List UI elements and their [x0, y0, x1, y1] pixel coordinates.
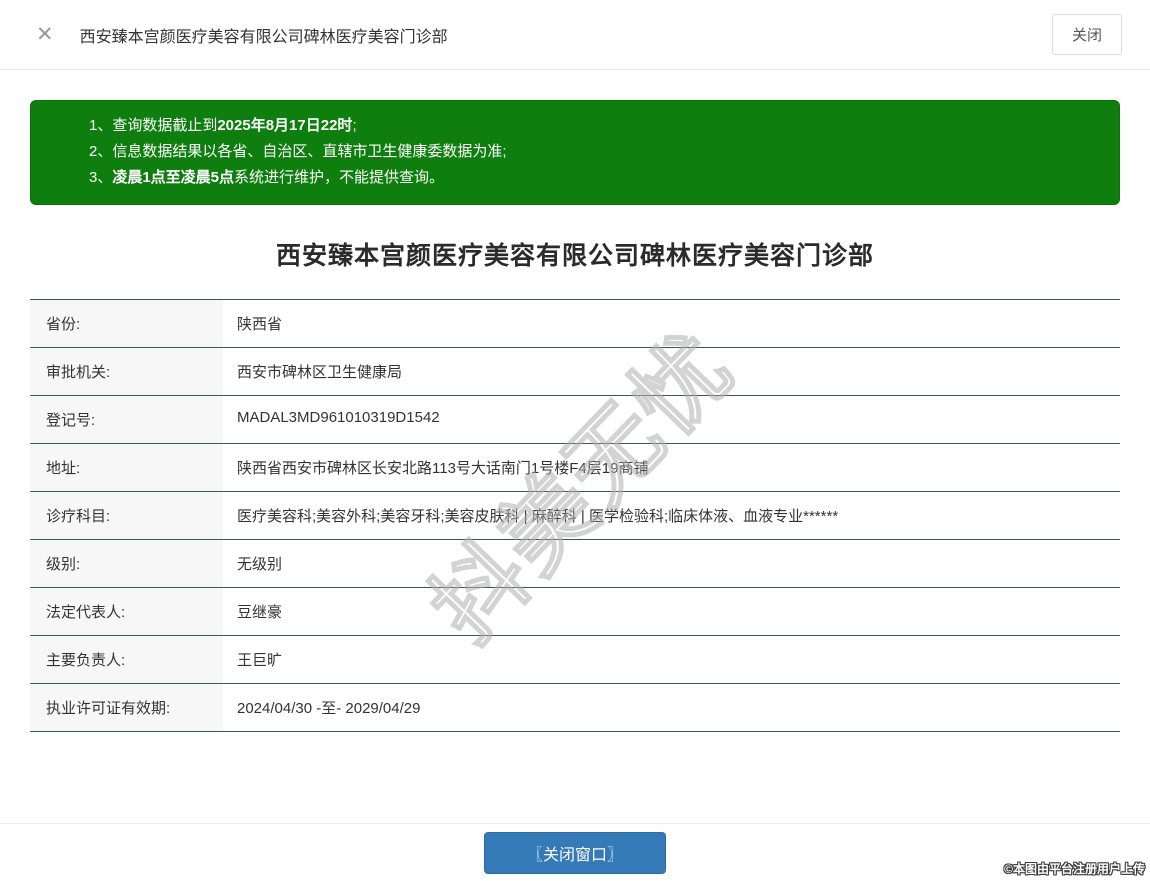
row-value: 西安市碑林区卫生健康局 — [223, 348, 1120, 395]
row-label: 登记号: — [30, 396, 223, 443]
row-label: 诊疗科目: — [30, 492, 223, 539]
row-value: 王巨旷 — [223, 636, 1120, 683]
info-table: 省份: 陕西省 审批机关: 西安市碑林区卫生健康局 登记号: MADAL3MD9… — [30, 299, 1120, 732]
window-title: 西安臻本宫颜医疗美容有限公司碑林医疗美容门诊部 — [80, 23, 1052, 47]
row-value: 2024/04/30 -至- 2029/04/29 — [223, 684, 1120, 731]
notice-bold-text: 2025年8月17日22时 — [217, 117, 352, 134]
table-row-approval-authority: 审批机关: 西安市碑林区卫生健康局 — [30, 348, 1120, 396]
row-value: 医疗美容科;美容外科;美容牙科;美容皮肤科 | 麻醉科 | 医学检验科;临床体液… — [223, 492, 1120, 539]
notice-text: ; — [352, 117, 356, 134]
notice-bold-text: 凌晨1点至凌晨5点 — [112, 169, 234, 186]
header-bar: ✕ 西安臻本宫颜医疗美容有限公司碑林医疗美容门诊部 关闭 — [0, 0, 1150, 70]
row-value: 陕西省西安市碑林区长安北路113号大话南门1号楼F4层19商铺 — [223, 444, 1120, 491]
close-window-button[interactable]: 〖关闭窗口〗 — [484, 832, 666, 874]
close-button[interactable]: 关闭 — [1052, 14, 1122, 55]
table-row-license-validity: 执业许可证有效期: 2024/04/30 -至- 2029/04/29 — [30, 684, 1120, 732]
notice-text: 3、 — [89, 169, 112, 186]
notice-banner: 1、查询数据截止到2025年8月17日22时; 2、信息数据结果以各省、自治区、… — [30, 100, 1120, 205]
notice-line-2: 2、信息数据结果以各省、自治区、直辖市卫生健康委数据为准; — [89, 139, 1099, 165]
row-value: 无级别 — [223, 540, 1120, 587]
notice-text: 1、查询数据截止到 — [89, 117, 217, 134]
row-label: 级别: — [30, 540, 223, 587]
notice-text: 2、信息数据结果以各省、自治区、直辖市卫生健康委数据为准; — [89, 143, 507, 160]
notice-line-1: 1、查询数据截止到2025年8月17日22时; — [89, 113, 1099, 139]
row-value: 豆继豪 — [223, 588, 1120, 635]
credit-overlay: ©本图由平台注册用户上传 — [1004, 860, 1145, 877]
footer-bar: 〖关闭窗口〗 — [0, 823, 1150, 881]
table-row-province: 省份: 陕西省 — [30, 300, 1120, 348]
row-label: 执业许可证有效期: — [30, 684, 223, 731]
table-row-principal: 主要负责人: 王巨旷 — [30, 636, 1120, 684]
notice-text: 系统进行维护，不能提供查询。 — [234, 169, 444, 186]
row-value: 陕西省 — [223, 300, 1120, 347]
table-row-medical-subjects: 诊疗科目: 医疗美容科;美容外科;美容牙科;美容皮肤科 | 麻醉科 | 医学检验… — [30, 492, 1120, 540]
row-label: 地址: — [30, 444, 223, 491]
row-value: MADAL3MD961010319D1542 — [223, 396, 1120, 443]
notice-line-3: 3、凌晨1点至凌晨5点系统进行维护，不能提供查询。 — [89, 165, 1099, 191]
row-label: 省份: — [30, 300, 223, 347]
row-label: 审批机关: — [30, 348, 223, 395]
table-row-address: 地址: 陕西省西安市碑林区长安北路113号大话南门1号楼F4层19商铺 — [30, 444, 1120, 492]
row-label: 法定代表人: — [30, 588, 223, 635]
row-label: 主要负责人: — [30, 636, 223, 683]
institution-title: 西安臻本宫颜医疗美容有限公司碑林医疗美容门诊部 — [30, 236, 1120, 272]
query-result-page: ✕ 西安臻本宫颜医疗美容有限公司碑林医疗美容门诊部 关闭 1、查询数据截止到20… — [0, 0, 1150, 881]
table-row-registration-number: 登记号: MADAL3MD961010319D1542 — [30, 396, 1120, 444]
table-row-level: 级别: 无级别 — [30, 540, 1120, 588]
close-x-icon[interactable]: ✕ — [36, 24, 54, 45]
table-row-legal-representative: 法定代表人: 豆继豪 — [30, 588, 1120, 636]
